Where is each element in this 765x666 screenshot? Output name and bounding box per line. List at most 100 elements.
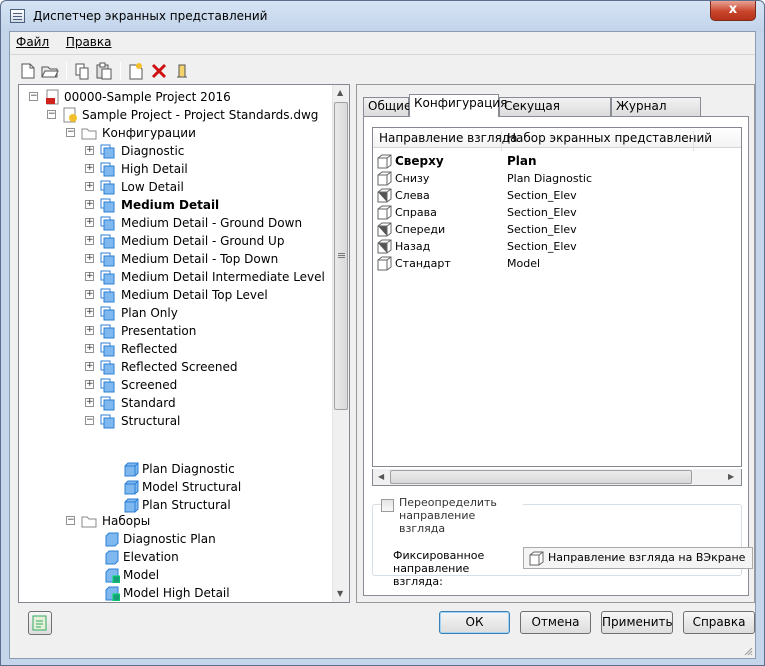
view-direction-row[interactable]: Стандарт Model bbox=[373, 255, 741, 272]
apply-button[interactable]: Применить bbox=[601, 611, 673, 634]
paste-icon[interactable] bbox=[94, 61, 114, 81]
list-horizontal-scrollbar[interactable]: ◀ ▶ bbox=[372, 469, 742, 486]
expand-toggle[interactable]: + bbox=[85, 236, 94, 245]
folder-icon bbox=[81, 516, 97, 528]
expand-toggle[interactable]: + bbox=[85, 344, 94, 353]
expand-toggle[interactable]: + bbox=[85, 362, 94, 371]
expand-toggle[interactable]: + bbox=[85, 218, 94, 227]
display-config-icon bbox=[100, 180, 115, 195]
expand-toggle[interactable]: + bbox=[85, 272, 94, 281]
column-header-display-set[interactable]: Набор экранных представлений bbox=[507, 131, 712, 145]
resize-grip[interactable] bbox=[743, 646, 753, 656]
tree-view[interactable]: − 00000-Sample Project 2016 − Sample Pro… bbox=[18, 84, 350, 603]
menu-edit[interactable]: Правка bbox=[60, 32, 119, 49]
copy-icon[interactable] bbox=[72, 61, 92, 81]
expand-toggle[interactable]: + bbox=[85, 146, 94, 155]
expand-toggle[interactable]: + bbox=[85, 254, 94, 263]
view-direction-row[interactable]: Назад Section_Elev bbox=[373, 238, 741, 255]
list-scroll-thumb[interactable] bbox=[390, 470, 692, 484]
display-set-icon bbox=[105, 550, 119, 565]
fixed-direction-label: Фиксированное направление взгляда: bbox=[393, 549, 485, 588]
project-icon bbox=[46, 89, 59, 105]
display-config-icon bbox=[100, 252, 115, 267]
open-icon[interactable] bbox=[40, 61, 60, 81]
expand-toggle[interactable]: + bbox=[85, 398, 94, 407]
close-button[interactable]: x bbox=[710, 1, 756, 21]
display-config-icon bbox=[100, 414, 115, 429]
display-rep-icon bbox=[124, 498, 139, 513]
cancel-button[interactable]: Отмена bbox=[520, 611, 591, 634]
toolbar bbox=[10, 54, 755, 84]
tab-version-history[interactable]: Журнал версий bbox=[611, 97, 701, 130]
dialog-client: Файл Правка − 00000-Sample Project 2016 … bbox=[9, 31, 756, 659]
display-config-icon bbox=[100, 198, 115, 213]
menu-file[interactable]: Файл bbox=[10, 32, 56, 49]
context-help-button[interactable] bbox=[28, 611, 52, 635]
display-config-icon bbox=[100, 270, 115, 285]
view-cube-icon bbox=[377, 205, 392, 220]
view-cube-icon bbox=[377, 188, 392, 203]
new-item-icon[interactable] bbox=[126, 61, 146, 81]
expand-toggle[interactable]: + bbox=[85, 182, 94, 191]
title-bar[interactable]: Диспетчер экранных представлений x bbox=[1, 1, 764, 31]
view-cube-icon bbox=[377, 256, 392, 271]
view-direction-row[interactable]: Сверху Plan bbox=[373, 153, 741, 170]
display-config-icon bbox=[100, 162, 115, 177]
display-rep-icon bbox=[124, 462, 139, 477]
display-config-icon bbox=[100, 306, 115, 321]
ok-button[interactable]: ОК bbox=[439, 611, 510, 634]
tab-section-plane[interactable]: Секущая плоскость bbox=[499, 97, 611, 130]
expand-toggle[interactable]: − bbox=[85, 416, 94, 425]
tree-scroll-thumb[interactable] bbox=[334, 102, 348, 410]
tree-scrollbar[interactable]: ▲ ▼ bbox=[332, 85, 349, 602]
display-set-icon bbox=[105, 532, 119, 547]
display-config-icon bbox=[100, 324, 115, 339]
expand-toggle[interactable]: + bbox=[85, 326, 94, 335]
view-cube-icon bbox=[377, 171, 392, 186]
fixed-direction-select[interactable]: Направление взгляда на ВЭкране bbox=[523, 547, 753, 569]
display-config-icon bbox=[100, 396, 115, 411]
display-config-icon bbox=[100, 288, 115, 303]
display-config-icon bbox=[100, 234, 115, 249]
expand-toggle[interactable]: + bbox=[85, 200, 94, 209]
expand-toggle[interactable]: + bbox=[85, 164, 94, 173]
tab-configuration[interactable]: Конфигурация bbox=[409, 94, 507, 117]
view-cube-icon bbox=[377, 154, 392, 169]
purge-icon[interactable] bbox=[172, 61, 192, 81]
column-header-direction[interactable]: Направление взгляда bbox=[379, 131, 517, 145]
expand-toggle[interactable]: + bbox=[85, 308, 94, 317]
view-direction-row[interactable]: Снизу Plan Diagnostic bbox=[373, 170, 741, 187]
dialog-window: Диспетчер экранных представлений x Файл … bbox=[0, 0, 765, 666]
new-icon[interactable] bbox=[18, 61, 38, 81]
override-checkbox[interactable] bbox=[381, 499, 394, 512]
view-direction-list[interactable]: Направление взгляда Набор экранных предс… bbox=[372, 127, 742, 467]
view-cube-icon bbox=[377, 222, 392, 237]
display-config-icon bbox=[100, 342, 115, 357]
help-button[interactable]: Справка bbox=[683, 611, 755, 634]
folder-icon bbox=[81, 128, 97, 140]
standards-drawing-icon bbox=[63, 107, 77, 123]
display-rep-icon bbox=[124, 480, 139, 495]
display-config-icon bbox=[100, 216, 115, 231]
button-bar: ОК Отмена Применить Справка bbox=[18, 604, 755, 648]
expand-toggle[interactable]: + bbox=[85, 380, 94, 389]
view-cube-icon bbox=[377, 239, 392, 254]
view-direction-row[interactable]: Спереди Section_Elev bbox=[373, 221, 741, 238]
properties-panel: Общие Конфигурация Секущая плоскость Жур… bbox=[356, 84, 755, 603]
display-config-icon bbox=[100, 378, 115, 393]
override-checkbox-label[interactable]: Переопределить направление взгляда bbox=[399, 496, 523, 535]
display-config-icon bbox=[100, 144, 115, 159]
override-group: Переопределить направление взгляда Фикси… bbox=[372, 496, 753, 588]
list-header: Направление взгляда Набор экранных предс… bbox=[373, 128, 741, 151]
configuration-tab-page: Направление взгляда Набор экранных предс… bbox=[363, 116, 753, 596]
delete-icon[interactable] bbox=[149, 61, 169, 81]
display-config-icon bbox=[100, 360, 115, 375]
expand-toggle[interactable]: + bbox=[85, 290, 94, 299]
view-cube-icon bbox=[529, 551, 544, 566]
app-icon bbox=[10, 9, 25, 23]
tab-general[interactable]: Общие bbox=[363, 97, 411, 116]
menu-bar: Файл Правка bbox=[10, 32, 755, 52]
view-direction-row[interactable]: Слева Section_Elev bbox=[373, 187, 741, 204]
help-book-icon bbox=[32, 615, 47, 631]
view-direction-row[interactable]: Справа Section_Elev bbox=[373, 204, 741, 221]
